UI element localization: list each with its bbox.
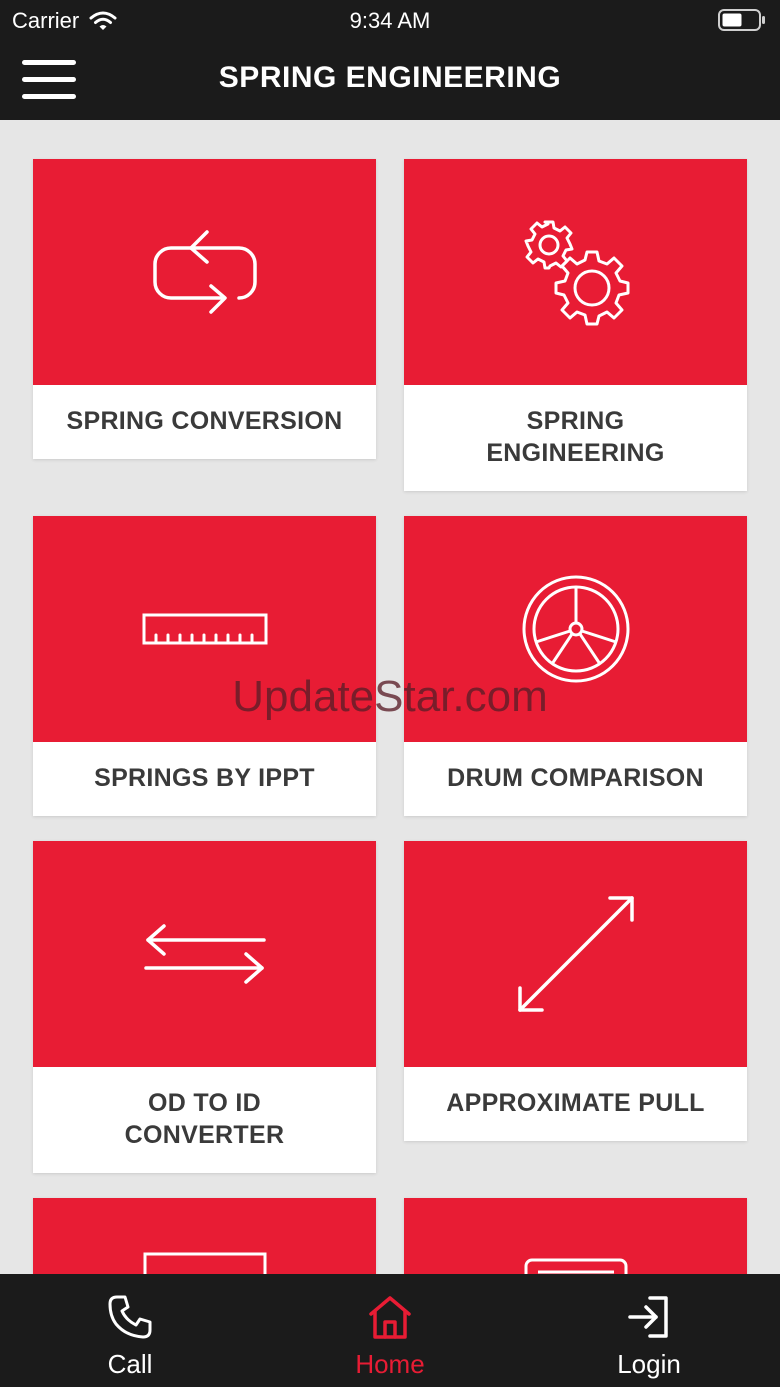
tile-label: OD TO ID CONVERTER xyxy=(124,1089,285,1149)
gears-icon xyxy=(524,220,629,326)
conversion-cycle-icon xyxy=(152,230,257,314)
login-icon xyxy=(628,1296,668,1338)
drum-wheel-icon xyxy=(522,575,629,683)
tile-spring-engineering[interactable]: SPRING ENGINEERING xyxy=(404,159,747,491)
swap-arrows-icon xyxy=(143,924,266,984)
battery-icon xyxy=(718,9,765,31)
tile-image xyxy=(33,1198,376,1274)
tile-image xyxy=(33,159,376,385)
tab-login[interactable]: Login xyxy=(549,1274,749,1387)
tile-od-to-id-converter[interactable]: OD TO ID CONVERTER xyxy=(33,841,376,1173)
page-title: SPRING ENGINEERING xyxy=(218,61,562,94)
tile-label: SPRINGS BY IPPT xyxy=(94,764,315,792)
ruler-icon xyxy=(142,613,267,645)
tile-image xyxy=(404,159,747,385)
tile-label: DRUM COMPARISON xyxy=(447,764,704,792)
tab-bar: Call Home Login xyxy=(0,1274,780,1387)
rectangle-icon xyxy=(143,1252,266,1274)
tab-home[interactable]: Home xyxy=(290,1274,490,1387)
tile-image xyxy=(404,841,747,1067)
tab-label: Call xyxy=(107,1349,153,1379)
status-bar: Carrier 9:34 AM xyxy=(0,0,780,40)
tile-drum-comparison[interactable]: DRUM COMPARISON xyxy=(404,516,747,816)
navigation-bar: SPRING ENGINEERING xyxy=(0,40,780,120)
tab-call[interactable]: Call xyxy=(30,1274,230,1387)
tile-partial-left[interactable] xyxy=(33,1198,376,1274)
tile-partial-right[interactable] xyxy=(404,1198,747,1274)
tab-label: Login xyxy=(617,1349,681,1379)
tile-image xyxy=(404,1198,747,1274)
tile-label: APPROXIMATE PULL xyxy=(446,1089,705,1117)
tile-image xyxy=(33,516,376,742)
diagonal-arrow-icon xyxy=(517,896,634,1012)
tile-label: SPRING ENGINEERING xyxy=(486,407,665,467)
tile-image xyxy=(33,841,376,1067)
tab-label: Home xyxy=(355,1349,425,1379)
tile-label: SPRING CONVERSION xyxy=(66,407,343,435)
tile-image xyxy=(404,516,747,742)
tile-springs-by-ippt[interactable]: SPRINGS BY IPPT xyxy=(33,516,376,816)
home-icon xyxy=(369,1296,411,1339)
tile-approximate-pull[interactable]: APPROXIMATE PULL xyxy=(404,841,747,1141)
status-time: 9:34 AM xyxy=(349,8,431,33)
tools-grid: SPRING CONVERSION SPRING ENGINEERING SPR… xyxy=(0,120,780,1274)
card-icon xyxy=(524,1258,627,1274)
tile-spring-conversion[interactable]: SPRING CONVERSION xyxy=(33,159,376,459)
phone-icon xyxy=(108,1295,152,1339)
